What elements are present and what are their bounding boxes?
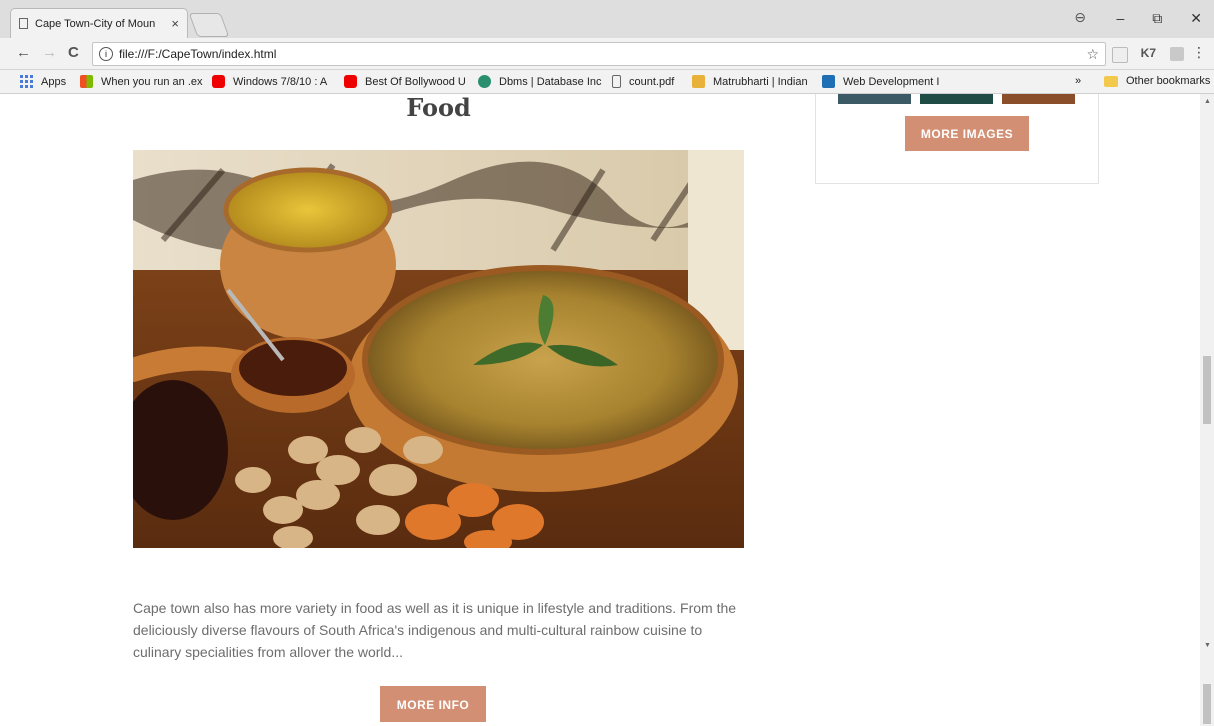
database-icon xyxy=(478,75,491,88)
bookmarks-bar: Apps When you run an .ex Windows 7/8/10 … xyxy=(0,70,1214,94)
youtube-icon xyxy=(212,75,225,88)
page-viewport: Food Cape town also has more variety in … xyxy=(0,94,1200,726)
bookmark-label: Dbms | Database Inc xyxy=(499,75,602,88)
file-icon xyxy=(612,75,621,88)
bookmark-label: count.pdf xyxy=(629,75,675,88)
address-bar[interactable]: i file:///F:/CapeTown/index.html ☆ xyxy=(92,42,1106,66)
section-description: Cape town also has more variety in food … xyxy=(133,600,737,660)
food-image-art xyxy=(133,150,744,548)
reload-button[interactable]: C xyxy=(68,44,79,61)
forward-button[interactable]: → xyxy=(42,44,57,61)
back-button[interactable]: ← xyxy=(16,44,31,61)
youtube-icon xyxy=(344,75,357,88)
scroll-down-arrow-icon[interactable]: ▼ xyxy=(1204,642,1211,649)
web-dev-icon xyxy=(822,75,835,88)
bookmark-item[interactable]: When you run an .ex xyxy=(80,75,203,88)
bookmark-item[interactable]: Matrubharti | Indian xyxy=(692,75,808,88)
scroll-thumb[interactable] xyxy=(1203,356,1211,424)
other-bookmarks[interactable]: Other bookmarks xyxy=(1104,75,1210,87)
new-tab-button[interactable] xyxy=(188,13,230,37)
bookmark-label: Web Development I xyxy=(843,75,940,88)
menu-icon[interactable]: ⋮ xyxy=(1192,44,1206,61)
bookmark-item[interactable]: Windows 7/8/10 : A xyxy=(212,75,327,88)
matrubharti-icon xyxy=(692,75,705,88)
pdf-extension-icon[interactable] xyxy=(1170,47,1184,61)
url-text: file:///F:/CapeTown/index.html xyxy=(119,47,277,61)
page-icon xyxy=(19,18,28,29)
tab-title: Cape Town-City of Moun xyxy=(35,17,156,30)
bookmark-star-icon[interactable]: ☆ xyxy=(1086,46,1099,63)
bookmark-label: Apps xyxy=(41,75,67,88)
gallery-thumbnail[interactable] xyxy=(920,94,993,104)
gallery-thumbnail[interactable] xyxy=(1002,94,1075,104)
profile-icon[interactable]: ⊖ xyxy=(1074,9,1086,26)
bookmark-label: When you run an .ex xyxy=(101,75,203,88)
bookmark-label: Matrubharti | Indian xyxy=(713,75,808,88)
more-info-button[interactable]: MORE INFO xyxy=(380,686,486,722)
bookmark-label: Windows 7/8/10 : A xyxy=(233,75,328,88)
gallery-thumbnail[interactable] xyxy=(838,94,911,104)
page-scrollbar[interactable]: ▲ ▼ xyxy=(1200,94,1214,726)
bookmark-item[interactable]: Dbms | Database Inc xyxy=(478,75,602,88)
folder-icon xyxy=(1104,75,1118,87)
tab-close-icon[interactable]: × xyxy=(171,16,179,31)
bookmarks-overflow[interactable]: » xyxy=(1075,75,1081,87)
image-gallery-card: MORE IMAGES xyxy=(815,94,1099,184)
k7-extension-icon[interactable]: K7 xyxy=(1141,46,1156,60)
bookmark-label: Other bookmarks xyxy=(1126,75,1211,87)
minimize-button[interactable]: – xyxy=(1116,10,1124,27)
apps-grid-icon xyxy=(20,75,33,88)
bookmark-item[interactable]: Best Of Bollywood U xyxy=(344,75,466,88)
tab-strip: Cape Town-City of Moun × ⊖ – ⧉ ✕ xyxy=(0,0,1214,38)
section-title: Food xyxy=(406,94,471,122)
bookmark-apps[interactable]: Apps xyxy=(20,75,66,88)
extension-icon[interactable] xyxy=(1112,47,1128,63)
secondary-scroll-thumb[interactable] xyxy=(1203,684,1211,724)
browser-tab[interactable]: Cape Town-City of Moun × xyxy=(10,8,188,38)
bookmark-label: Best Of Bollywood U xyxy=(365,75,466,88)
bookmark-item[interactable]: count.pdf xyxy=(612,75,674,88)
window-controls: – ⧉ ✕ xyxy=(1116,10,1202,27)
info-icon[interactable]: i xyxy=(99,47,113,61)
more-images-button[interactable]: MORE IMAGES xyxy=(905,116,1029,151)
close-window-button[interactable]: ✕ xyxy=(1190,10,1202,27)
scroll-up-arrow-icon[interactable]: ▲ xyxy=(1204,98,1211,105)
food-image xyxy=(133,150,744,548)
browser-toolbar: ← → C i file:///F:/CapeTown/index.html ☆… xyxy=(0,38,1214,70)
bookmark-item[interactable]: Web Development I xyxy=(822,75,939,88)
restore-button[interactable]: ⧉ xyxy=(1152,10,1162,27)
windows-icon xyxy=(80,75,93,88)
